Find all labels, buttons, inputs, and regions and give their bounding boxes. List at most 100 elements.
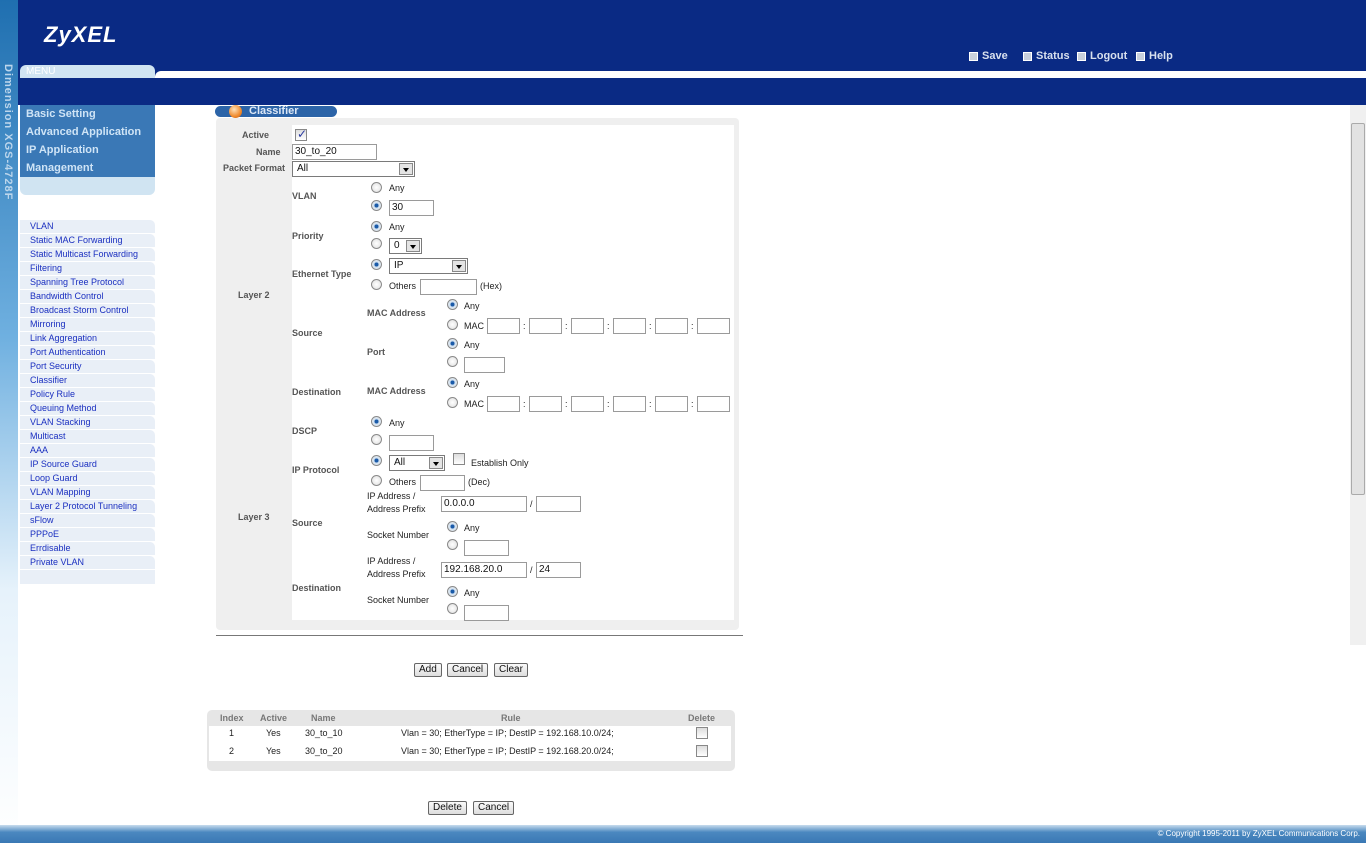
vlan-id-radio[interactable]: [371, 200, 382, 211]
row-index-link[interactable]: 2: [229, 746, 234, 756]
src-socket-any-radio[interactable]: [447, 521, 458, 532]
src-prefix-input[interactable]: [536, 496, 581, 512]
submenu-item[interactable]: Static MAC Forwarding: [20, 234, 155, 248]
submenu-item[interactable]: Mirroring: [20, 318, 155, 332]
row-index-link[interactable]: 1: [229, 728, 234, 738]
submenu-item[interactable]: Errdisable: [20, 542, 155, 556]
help-link[interactable]: Help: [1136, 50, 1173, 62]
dscp-value-radio[interactable]: [371, 434, 382, 445]
dst-mac-radio[interactable]: [447, 397, 458, 408]
src-mac-radio[interactable]: [447, 319, 458, 330]
submenu-item[interactable]: Static Multicast Forwarding: [20, 248, 155, 262]
ethertype-others-radio[interactable]: [371, 279, 382, 290]
menu-advanced-application[interactable]: Advanced Application: [20, 123, 155, 141]
ip-protocol-preset-radio[interactable]: [371, 455, 382, 466]
cancel-delete-button[interactable]: Cancel: [473, 801, 515, 815]
delete-button[interactable]: Delete: [428, 801, 467, 815]
submenu-item[interactable]: Broadcast Storm Control: [20, 304, 155, 318]
submenu-item[interactable]: Bandwidth Control: [20, 290, 155, 304]
submenu-item[interactable]: sFlow: [20, 514, 155, 528]
vlan-any-radio[interactable]: [371, 182, 382, 193]
src-mac-octet-input[interactable]: [613, 318, 646, 334]
ip-protocol-others-radio[interactable]: [371, 475, 382, 486]
packet-format-select[interactable]: All: [292, 161, 415, 177]
menu-ip-application[interactable]: IP Application: [20, 141, 155, 159]
ethertype-select[interactable]: IP: [389, 258, 468, 274]
submenu-item[interactable]: IP Source Guard: [20, 458, 155, 472]
port-any-radio[interactable]: [447, 338, 458, 349]
establish-only-checkbox[interactable]: [453, 453, 465, 465]
vlan-input[interactable]: 30: [389, 200, 434, 216]
src-socket-value-radio[interactable]: [447, 539, 458, 550]
clear-button[interactable]: Clear: [494, 663, 528, 677]
dst-mac-octet-input[interactable]: [529, 396, 562, 412]
src-mac-octet-input[interactable]: [697, 318, 730, 334]
submenu-item[interactable]: VLAN Mapping: [20, 486, 155, 500]
submenu-item[interactable]: Queuing Method: [20, 402, 155, 416]
dst-mac-octet-input[interactable]: [655, 396, 688, 412]
dst-socket-input[interactable]: [464, 605, 509, 621]
row-delete-checkbox[interactable]: [696, 745, 708, 757]
submenu-item[interactable]: Multicast: [20, 430, 155, 444]
dst-prefix-input[interactable]: 24: [536, 562, 581, 578]
src-mac-octet-input[interactable]: [529, 318, 562, 334]
dst-mac-any-radio[interactable]: [447, 377, 458, 388]
dscp-any-radio[interactable]: [371, 416, 382, 427]
chevron-down-icon[interactable]: [452, 260, 466, 272]
active-checkbox[interactable]: [295, 127, 307, 141]
src-mac-octet-input[interactable]: [571, 318, 604, 334]
priority-value-radio[interactable]: [371, 238, 382, 249]
src-socket-input[interactable]: [464, 540, 509, 556]
dst-mac-octet-input[interactable]: [571, 396, 604, 412]
submenu-item[interactable]: Spanning Tree Protocol: [20, 276, 155, 290]
submenu-item[interactable]: Port Authentication: [20, 346, 155, 360]
chevron-down-icon[interactable]: [429, 457, 443, 469]
dst-socket-any-radio[interactable]: [447, 586, 458, 597]
ip-protocol-dec-input[interactable]: [420, 475, 465, 491]
submenu-item[interactable]: Layer 2 Protocol Tunneling: [20, 500, 155, 514]
dst-mac-octet-input[interactable]: [613, 396, 646, 412]
submenu-item[interactable]: VLAN: [20, 220, 155, 234]
dst-mac-octet-input[interactable]: [487, 396, 520, 412]
priority-any-radio[interactable]: [371, 221, 382, 232]
status-link[interactable]: Status: [1023, 50, 1070, 62]
add-button[interactable]: Add: [414, 663, 442, 677]
submenu-item[interactable]: Link Aggregation: [20, 332, 155, 346]
chevron-down-icon[interactable]: [406, 240, 420, 252]
submenu-item[interactable]: PPPoE: [20, 528, 155, 542]
status-label: Status: [1036, 50, 1070, 62]
submenu-item[interactable]: Private VLAN: [20, 556, 155, 570]
menu-management[interactable]: Management: [20, 159, 155, 177]
dst-mac-octet-input[interactable]: [697, 396, 730, 412]
dst-ip-input[interactable]: 192.168.20.0: [441, 562, 527, 578]
logout-link[interactable]: Logout: [1077, 50, 1127, 62]
src-ip-input[interactable]: 0.0.0.0: [441, 496, 527, 512]
submenu-item[interactable]: Port Security: [20, 360, 155, 374]
src-mac-any-radio[interactable]: [447, 299, 458, 310]
scrollbar-thumb[interactable]: [1351, 123, 1365, 495]
port-input[interactable]: [464, 357, 505, 373]
src-mac-octet-input[interactable]: [487, 318, 520, 334]
cancel-button[interactable]: Cancel: [447, 663, 489, 677]
chevron-down-icon[interactable]: [399, 163, 413, 175]
submenu-item[interactable]: Filtering: [20, 262, 155, 276]
dscp-input[interactable]: [389, 435, 434, 451]
slash: /: [530, 499, 533, 509]
ethertype-preset-radio[interactable]: [371, 259, 382, 270]
row-delete-checkbox[interactable]: [696, 727, 708, 739]
name-input[interactable]: 30_to_20: [292, 144, 377, 160]
submenu-item[interactable]: AAA: [20, 444, 155, 458]
src-mac-octet-input[interactable]: [655, 318, 688, 334]
port-value-radio[interactable]: [447, 356, 458, 367]
home-icon: [1023, 51, 1032, 61]
priority-select[interactable]: 0: [389, 238, 422, 254]
dst-socket-value-radio[interactable]: [447, 603, 458, 614]
ethertype-hex-input[interactable]: [420, 279, 477, 295]
submenu-item[interactable]: Classifier: [20, 374, 155, 388]
ip-protocol-select[interactable]: All: [389, 455, 445, 471]
menu-basic-setting[interactable]: Basic Setting: [20, 105, 155, 123]
submenu-item[interactable]: Loop Guard: [20, 472, 155, 486]
submenu-item[interactable]: Policy Rule: [20, 388, 155, 402]
save-link[interactable]: Save: [969, 50, 1008, 62]
submenu-item[interactable]: VLAN Stacking: [20, 416, 155, 430]
